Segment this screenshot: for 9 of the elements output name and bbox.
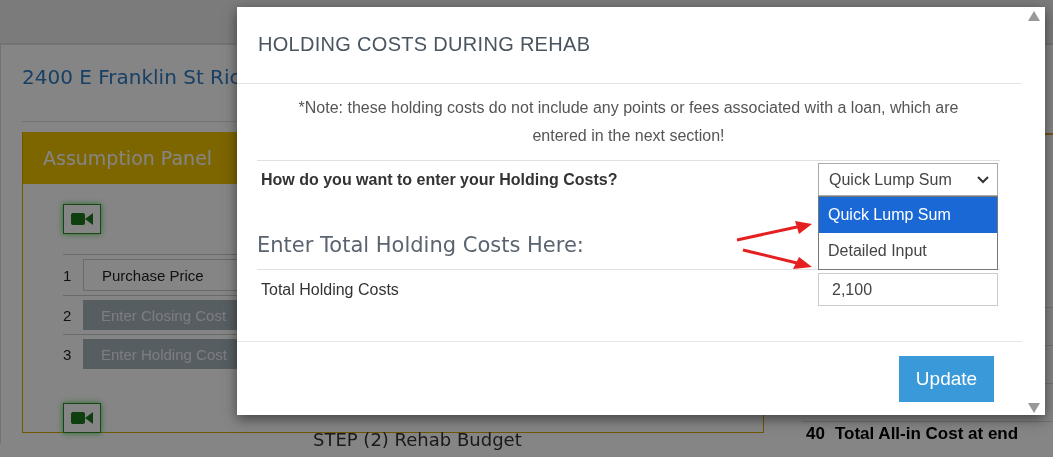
row-label: Total All-in Cost at end [834,424,1019,444]
step-number: 3 [63,345,73,363]
total-label: Total Holding Costs [261,280,399,299]
note-text: *Note: these holding costs do not include any points or fees associated with a loan, which are entered in the next section! [257,94,1000,161]
step-number: 2 [63,306,73,324]
row-number: 40 [806,424,825,444]
modal-title: HOLDING COSTS DURING REHAB [237,7,1022,84]
step-number: 1 [63,266,73,284]
step-heading: STEP (2) Rehab Budget [313,429,523,450]
